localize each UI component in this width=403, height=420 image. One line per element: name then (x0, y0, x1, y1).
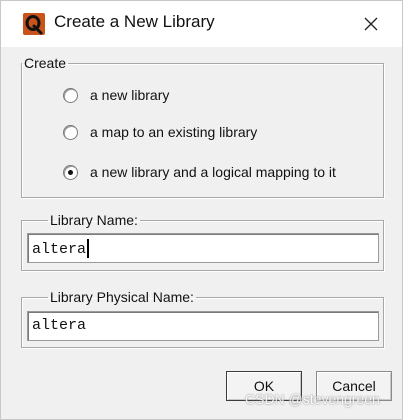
title-bar: Create a New Library (1, 1, 402, 47)
radio-button[interactable] (63, 87, 78, 103)
radio-label: a new library and a logical mapping to i… (90, 164, 336, 180)
radio-button-selected[interactable] (63, 164, 78, 180)
radio-label: a new library (90, 87, 170, 103)
create-library-dialog: Create a New Library Create a new librar… (0, 0, 403, 420)
radio-label: a map to an existing library (90, 124, 258, 140)
close-icon (364, 17, 378, 31)
create-group-legend: Create (24, 55, 67, 71)
csdn-watermark: CSDN @stevengreen (245, 391, 380, 407)
close-button[interactable] (349, 7, 393, 41)
library-physical-name-legend: Library Physical Name: (50, 289, 194, 305)
window-title: Create a New Library (54, 12, 215, 31)
library-physical-name-value: altera (32, 317, 87, 334)
library-name-legend: Library Name: (50, 212, 138, 228)
library-name-value: altera (32, 241, 87, 258)
radio-map-existing-library[interactable]: a map to an existing library (63, 121, 257, 143)
radio-button[interactable] (63, 124, 78, 140)
radio-new-library[interactable]: a new library (63, 84, 169, 106)
library-physical-name-input[interactable]: altera (27, 311, 379, 341)
questa-q-icon (23, 13, 45, 35)
radio-new-library-and-mapping[interactable]: a new library and a logical mapping to i… (63, 161, 336, 183)
text-caret (87, 239, 90, 258)
library-name-input[interactable]: altera (27, 233, 379, 263)
